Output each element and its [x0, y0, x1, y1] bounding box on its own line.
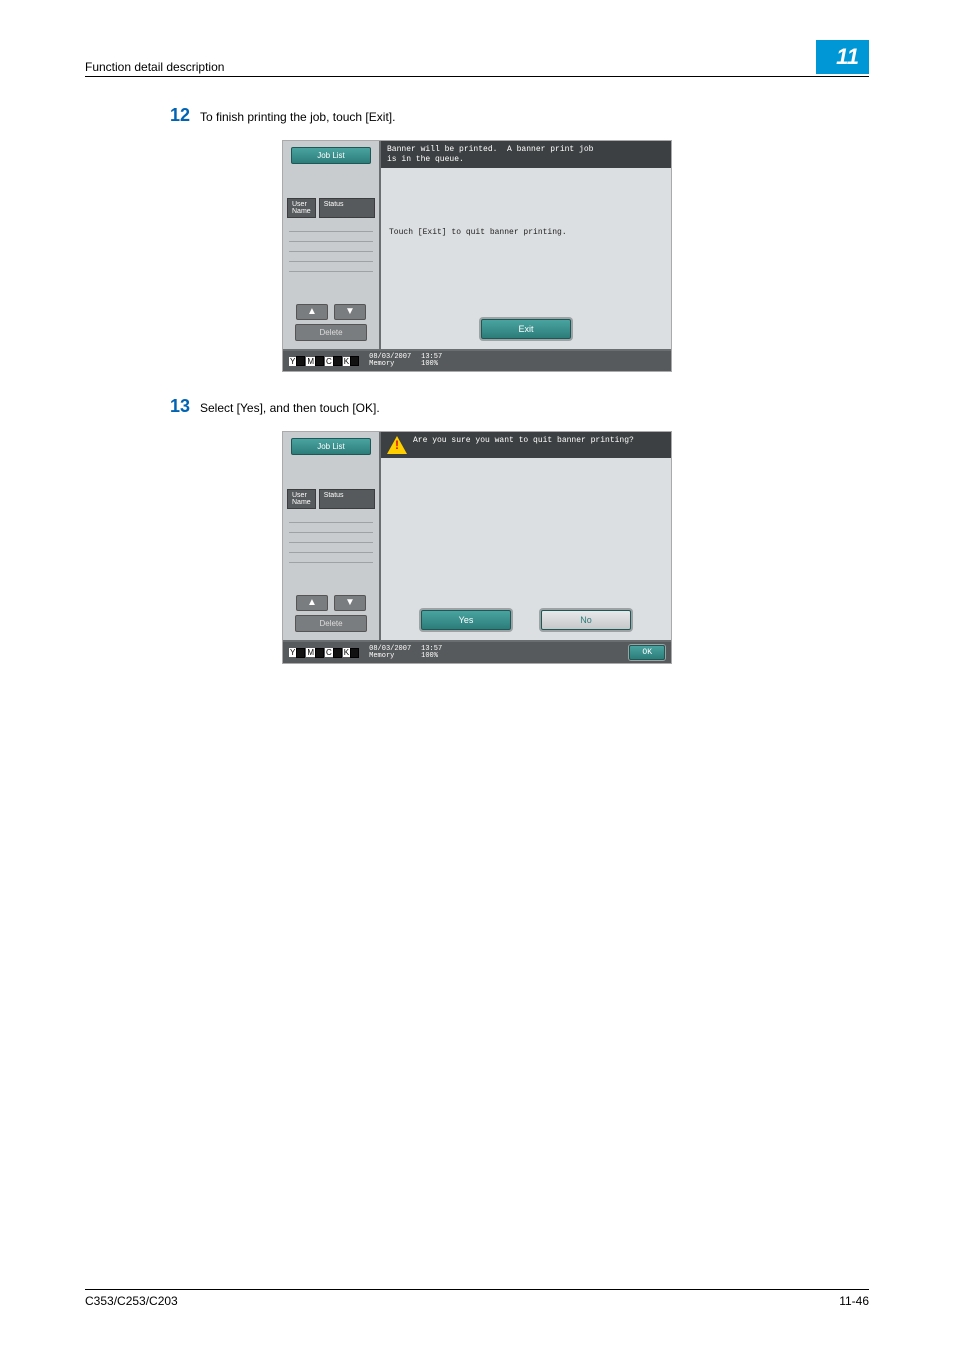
- step-number-13: 13: [160, 396, 190, 417]
- status-mem-pct: 100%: [421, 361, 442, 368]
- status-mem-pct: 100%: [421, 653, 442, 660]
- message-text: Banner will be printed. A banner print j…: [387, 145, 593, 164]
- arrow-down-button[interactable]: ▼: [334, 304, 366, 320]
- job-list-rows: [287, 218, 375, 302]
- job-list-button[interactable]: Job List: [291, 438, 371, 455]
- exit-button[interactable]: Exit: [481, 319, 571, 339]
- center-message: Touch [Exit] to quit banner printing.: [389, 228, 567, 237]
- yes-button[interactable]: Yes: [421, 610, 511, 630]
- user-name-header: User Name: [287, 489, 316, 509]
- section-title: Function detail description: [85, 60, 224, 74]
- user-name-header: User Name: [287, 198, 316, 218]
- status-header: Status: [319, 489, 375, 509]
- arrow-up-button[interactable]: ▲: [296, 595, 328, 611]
- arrow-down-button[interactable]: ▼: [334, 595, 366, 611]
- chapter-badge: 11: [816, 40, 869, 74]
- job-list-button[interactable]: Job List: [291, 147, 371, 164]
- footer-page: 11-46: [839, 1294, 869, 1308]
- status-memory: Memory: [369, 361, 411, 368]
- message-bar: Banner will be printed. A banner print j…: [381, 141, 671, 168]
- step-text-13: Select [Yes], and then touch [OK].: [200, 396, 380, 417]
- printer-panel-2: Job List User Name Status ▲ ▼ Delete !: [282, 431, 672, 664]
- footer-model: C353/C253/C203: [85, 1294, 178, 1308]
- status-header: Status: [319, 198, 375, 218]
- toner-levels: Y M C K: [289, 356, 359, 366]
- arrow-up-button[interactable]: ▲: [296, 304, 328, 320]
- step-number-12: 12: [160, 105, 190, 126]
- warning-icon: !: [387, 436, 407, 454]
- message-text: Are you sure you want to quit banner pri…: [413, 436, 634, 446]
- step-text-12: To finish printing the job, touch [Exit]…: [200, 105, 395, 126]
- printer-panel-1: Job List User Name Status ▲ ▼ Delete Ban…: [282, 140, 672, 372]
- message-bar: ! Are you sure you want to quit banner p…: [381, 432, 671, 458]
- ok-button[interactable]: OK: [629, 645, 665, 660]
- no-button[interactable]: No: [541, 610, 631, 630]
- delete-button[interactable]: Delete: [295, 324, 367, 341]
- status-memory: Memory: [369, 653, 411, 660]
- delete-button[interactable]: Delete: [295, 615, 367, 632]
- toner-levels: Y M C K: [289, 648, 359, 658]
- job-list-rows: [287, 509, 375, 593]
